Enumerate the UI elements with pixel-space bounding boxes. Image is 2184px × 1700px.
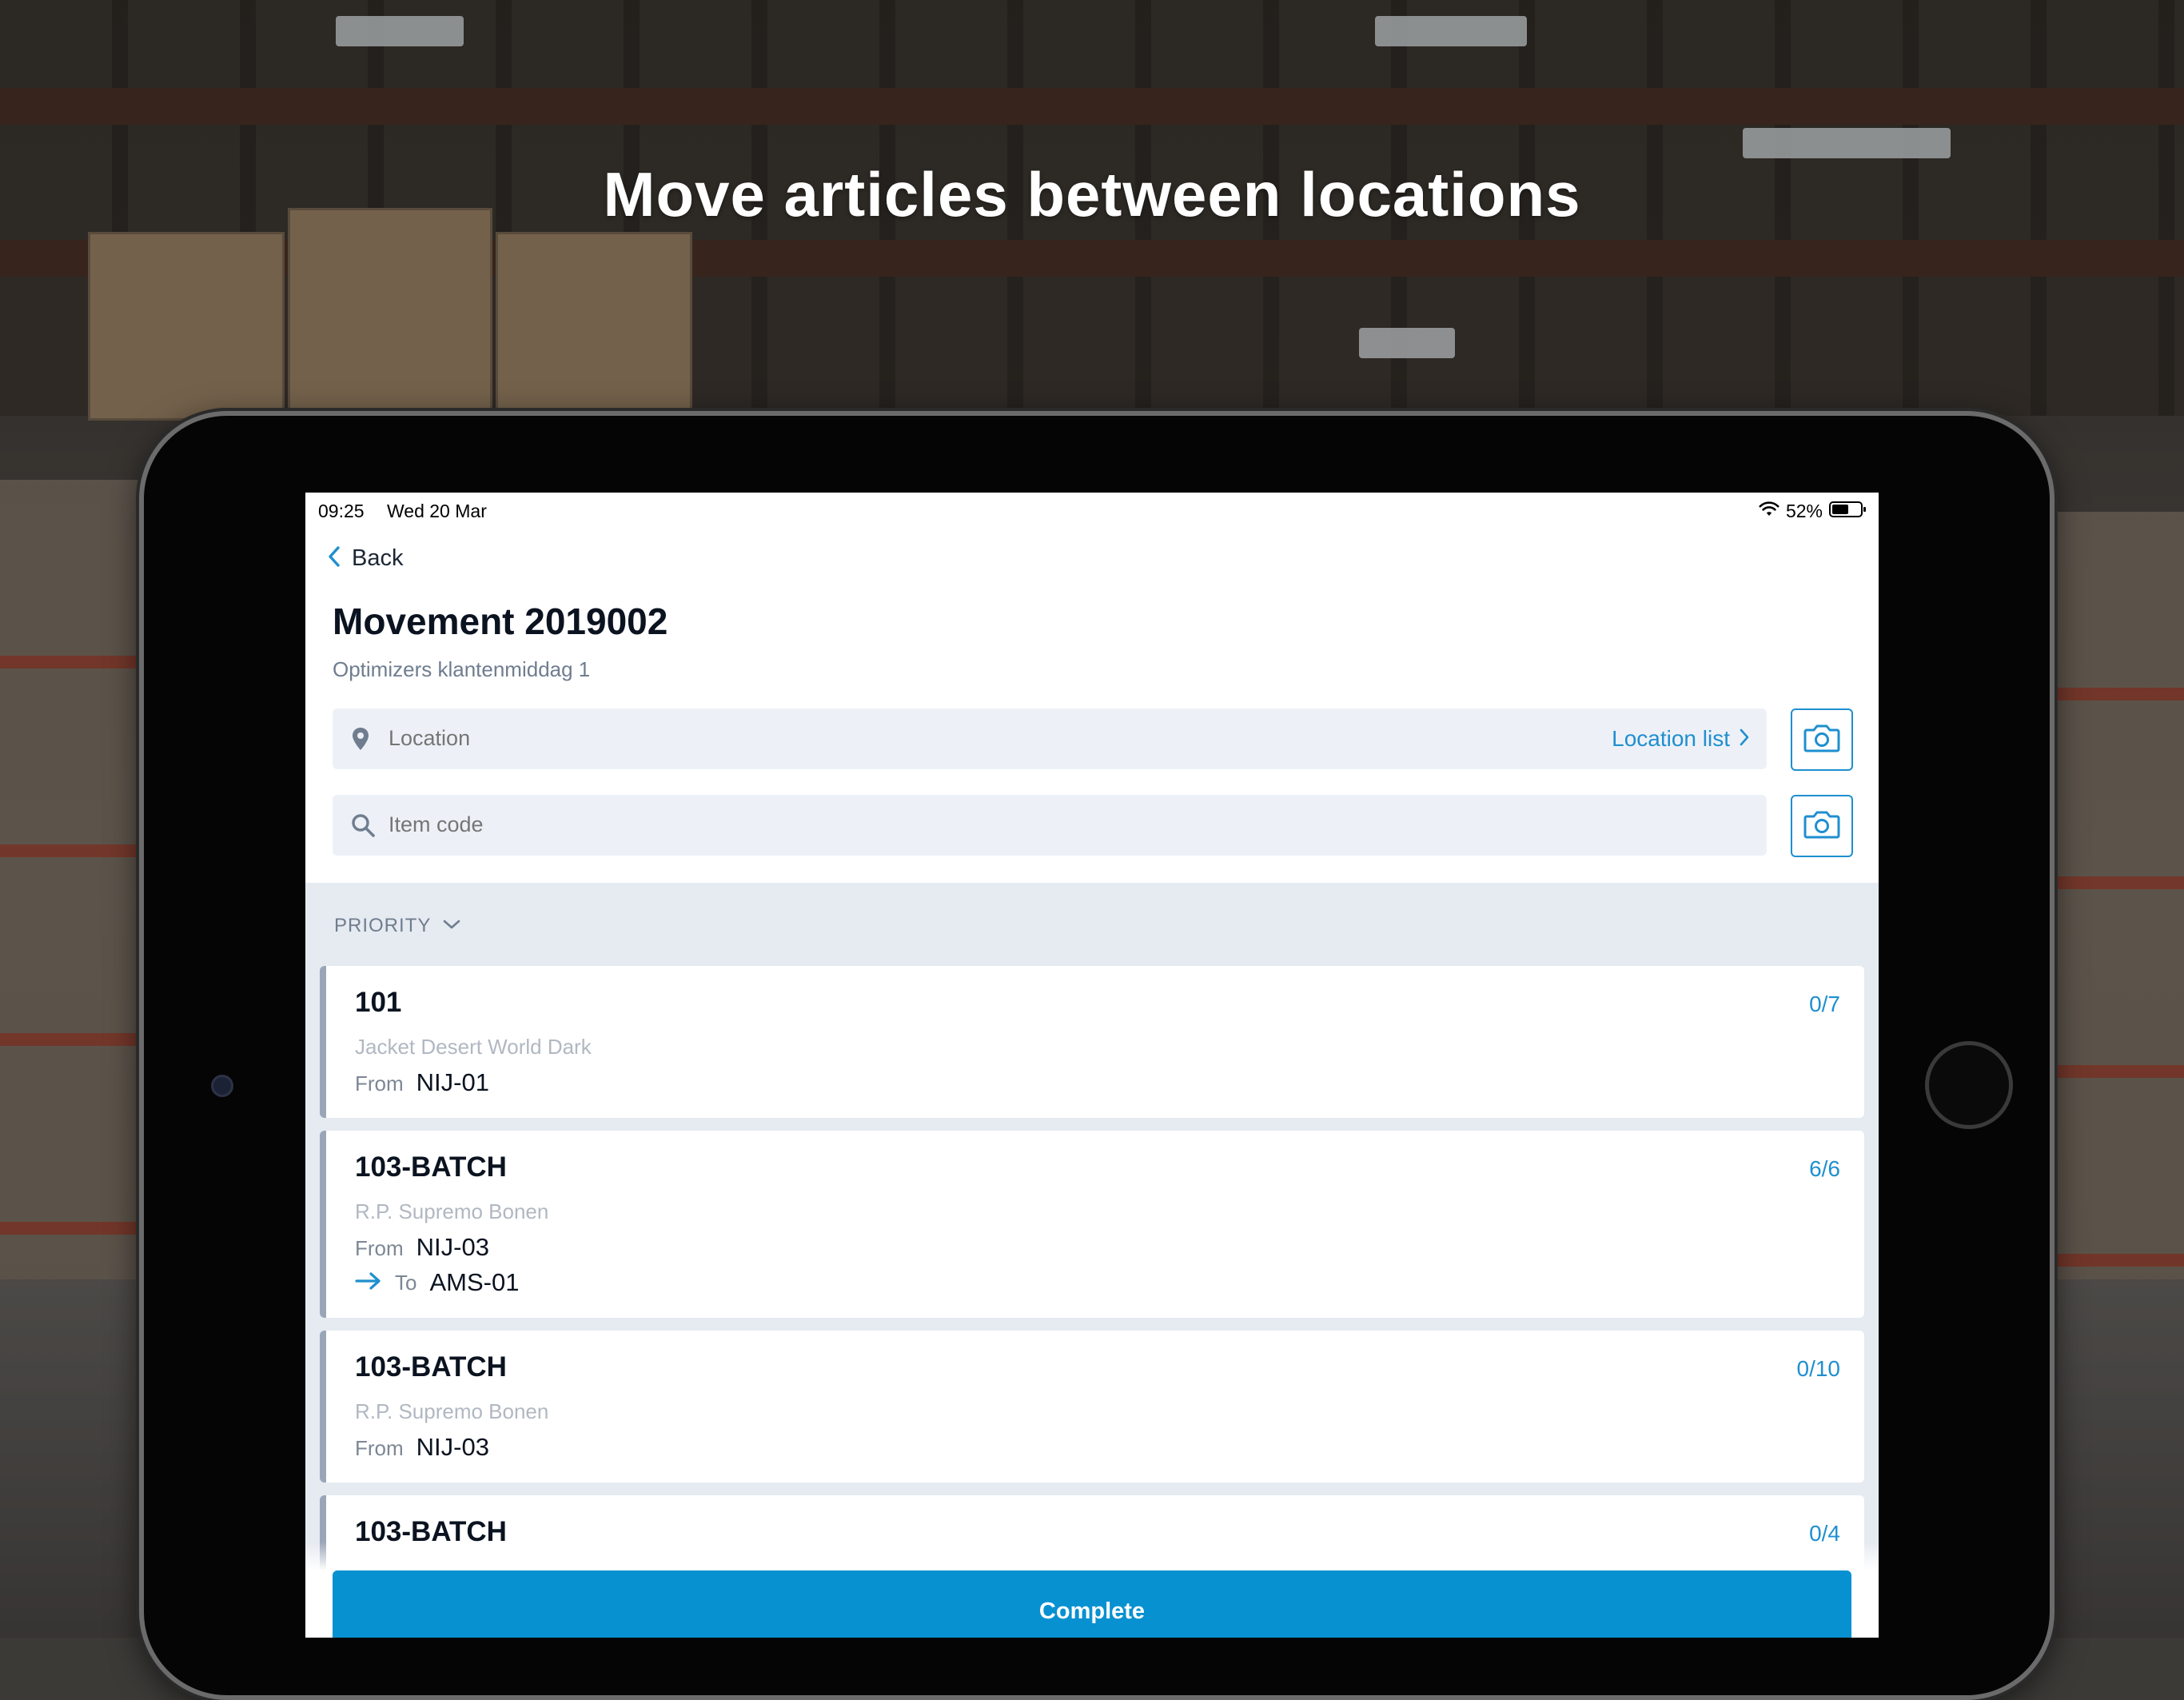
camera-icon: [1803, 809, 1840, 844]
wifi-icon: [1759, 501, 1779, 521]
location-input[interactable]: [389, 726, 1348, 751]
item-code-input[interactable]: [389, 812, 1348, 837]
status-time: 09:25: [318, 501, 365, 521]
from-value: NIJ-03: [416, 1233, 489, 1261]
item-description: R.P. Supremo Bonen: [355, 1399, 549, 1423]
location-list-link[interactable]: Location list: [1612, 726, 1749, 752]
location-field[interactable]: Location list: [333, 708, 1767, 769]
headline: Move articles between locations: [603, 159, 1581, 229]
item-quantity: 6/6: [1809, 1156, 1840, 1181]
back-button[interactable]: Back: [328, 545, 403, 572]
item-quantity: 0/7: [1809, 992, 1840, 1016]
home-button: [1925, 1041, 2013, 1129]
from-label: From: [355, 1071, 404, 1095]
page-subtitle: Optimizers klantenmiddag 1: [333, 657, 591, 681]
status-date: Wed 20 Mar: [387, 501, 487, 521]
front-camera: [211, 1075, 233, 1097]
arrow-right-icon: [355, 1271, 382, 1295]
chevron-right-icon: [1740, 728, 1749, 751]
search-icon: [350, 812, 376, 842]
from-value: NIJ-03: [416, 1433, 489, 1461]
location-pin-icon: [350, 726, 371, 756]
list-item[interactable]: 103-BATCH 6/6 R.P. Supremo Bonen From NI…: [320, 1131, 1864, 1318]
app-screen: 09:25 Wed 20 Mar 52% Back Movement 20190…: [305, 493, 1879, 1638]
back-label: Back: [352, 545, 404, 571]
list-item[interactable]: 101 0/7 Jacket Desert World Dark From NI…: [320, 966, 1864, 1118]
complete-button[interactable]: Complete: [333, 1570, 1851, 1638]
from-label: From: [355, 1436, 404, 1460]
page-title: Movement 2019002: [333, 601, 668, 642]
from-location: From NIJ-03: [355, 1233, 489, 1262]
from-value: NIJ-01: [416, 1068, 489, 1096]
item-description: Jacket Desert World Dark: [355, 1035, 592, 1059]
camera-icon: [1803, 723, 1840, 757]
scan-location-button[interactable]: [1791, 708, 1853, 771]
to-location: To AMS-01: [355, 1268, 519, 1297]
to-value: AMS-01: [429, 1268, 520, 1296]
movement-list: PRIORITY 101 0/7 Jacket Desert World Dar…: [305, 883, 1879, 1638]
list-item[interactable]: 103-BATCH 0/10 R.P. Supremo Bonen From N…: [320, 1331, 1864, 1483]
battery-percentage: 52%: [1785, 501, 1823, 521]
item-code-field[interactable]: [333, 795, 1767, 856]
sort-dropdown[interactable]: PRIORITY: [334, 915, 461, 937]
chevron-down-icon: [442, 919, 461, 934]
to-label: To: [395, 1270, 417, 1295]
scan-item-button[interactable]: [1791, 795, 1853, 857]
chevron-left-icon: [328, 545, 341, 572]
item-code: 101: [355, 987, 402, 1018]
from-label: From: [355, 1236, 404, 1260]
item-code: 103-BATCH: [355, 1151, 507, 1183]
location-list-label: Location list: [1612, 726, 1730, 751]
item-code: 103-BATCH: [355, 1351, 507, 1383]
battery-icon: [1829, 501, 1867, 522]
item-quantity: 0/10: [1796, 1356, 1841, 1381]
from-location: From NIJ-01: [355, 1068, 489, 1097]
sort-label: PRIORITY: [334, 915, 432, 936]
status-bar: 09:25 Wed 20 Mar 52%: [305, 493, 1879, 533]
from-location: From NIJ-03: [355, 1433, 489, 1462]
item-description: R.P. Supremo Bonen: [355, 1199, 549, 1223]
